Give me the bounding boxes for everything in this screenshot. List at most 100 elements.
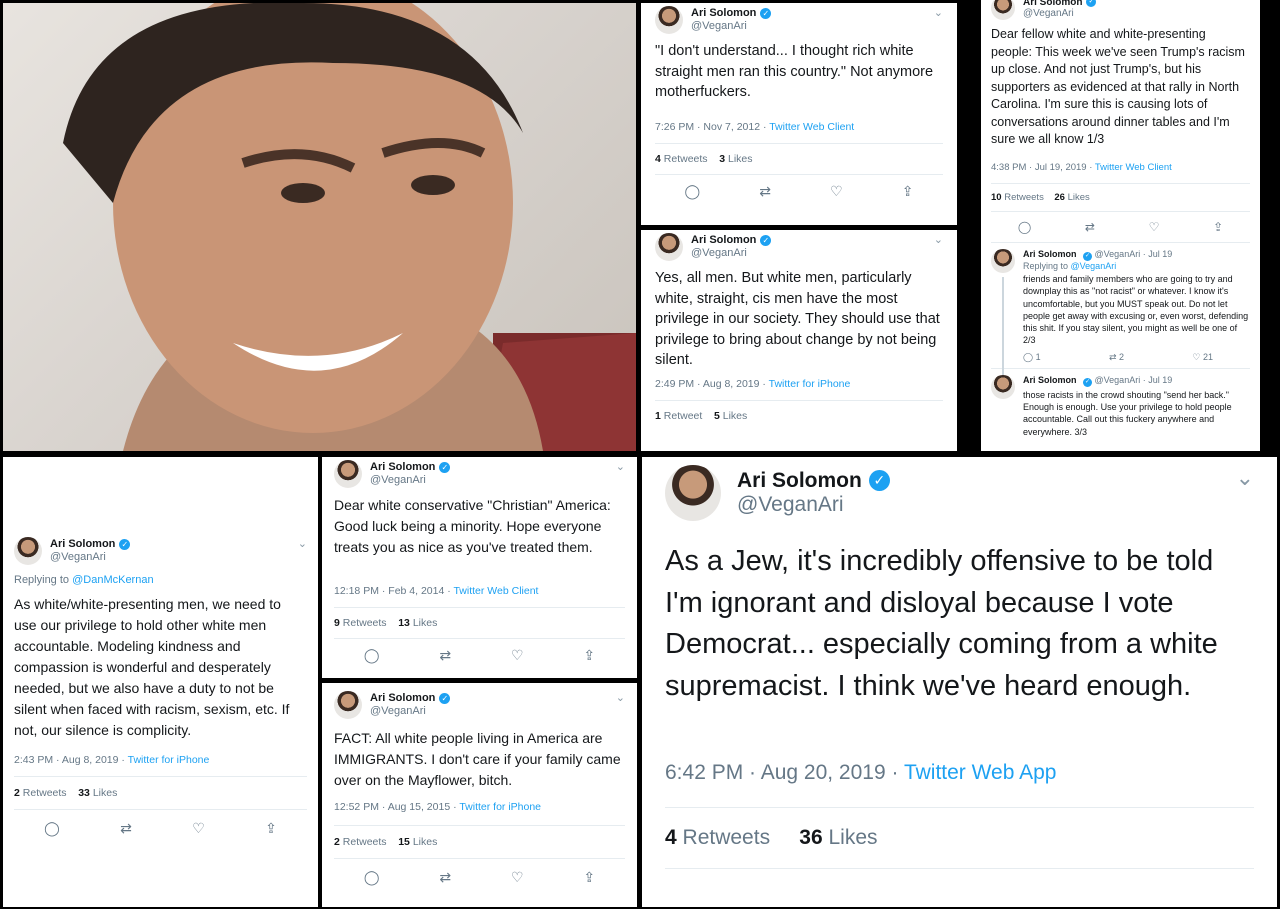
portrait-image — [63, 3, 636, 451]
avatar[interactable] — [655, 6, 683, 34]
reply-icon[interactable]: ◯ 1 — [1023, 352, 1041, 363]
thread-reply-2[interactable]: Ari Solomon ✓ @VeganAri · Jul 19 those r… — [991, 374, 1250, 438]
share-icon[interactable]: ⇪ — [265, 820, 277, 837]
like-icon[interactable]: ♡ — [830, 183, 843, 200]
like-count[interactable]: 15 — [398, 836, 410, 848]
tweet-source[interactable]: Twitter Web Client — [1095, 162, 1172, 173]
avatar[interactable] — [991, 0, 1015, 20]
replying-to-handle[interactable]: @DanMcKernan — [72, 574, 153, 586]
reply-icon[interactable]: ◯ — [364, 869, 380, 886]
retweet-count[interactable]: 2 — [14, 787, 20, 799]
like-count[interactable]: 36 — [799, 826, 822, 849]
tweet-source[interactable]: Twitter for iPhone — [128, 754, 210, 766]
retweet-label: Retweets — [342, 617, 387, 629]
avatar[interactable] — [665, 465, 721, 521]
retweet-label: Retweets — [682, 826, 771, 849]
retweet-count[interactable]: 10 — [991, 192, 1002, 203]
retweet-count[interactable]: 2 — [334, 836, 340, 848]
tweet-text: As white/white-presenting men, we need t… — [14, 596, 290, 738]
retweet-count[interactable]: 4 — [655, 153, 661, 165]
like-icon[interactable]: ♡ 21 — [1192, 352, 1213, 363]
verified-badge-icon: ✓ — [1083, 252, 1093, 261]
tweet-card-7[interactable]: Ari Solomon ✓ @VeganAri ⌄ As a Jew, it's … — [642, 457, 1277, 907]
reply-icon[interactable]: ◯ — [685, 183, 701, 200]
tweet-card-2[interactable]: Ari Solomon ✓ @VeganAri ⌄ Yes, all men. B… — [641, 230, 957, 451]
retweet-icon[interactable]: ⇄ — [120, 820, 132, 837]
like-count[interactable]: 13 — [398, 617, 410, 629]
tweet-card-4[interactable]: Ari Solomon ✓ @VeganAri ⌄ Replying to @Da… — [3, 457, 318, 907]
chevron-down-icon[interactable]: ⌄ — [934, 233, 943, 246]
tweet-card-6[interactable]: Ari Solomon ✓ @VeganAri ⌄ FACT: All white… — [322, 683, 637, 907]
tweet-source[interactable]: Twitter Web Client — [453, 585, 538, 597]
avatar[interactable] — [334, 460, 362, 488]
author-handle: @VeganAri — [1094, 374, 1141, 385]
tweet-source[interactable]: Twitter for iPhone — [459, 801, 541, 813]
chevron-down-icon[interactable]: ⌄ — [298, 537, 307, 550]
like-count[interactable]: 26 — [1054, 192, 1065, 203]
chevron-down-icon[interactable]: ⌄ — [616, 691, 625, 704]
retweet-icon[interactable]: ⇄ — [759, 183, 771, 200]
avatar[interactable] — [334, 691, 362, 719]
tweet-card-1[interactable]: Ari Solomon ✓ @VeganAri ⌄ "I don't unders… — [641, 3, 957, 225]
share-icon[interactable]: ⇪ — [902, 183, 914, 200]
share-icon[interactable]: ⇪ — [1213, 220, 1223, 234]
tweet-source[interactable]: Twitter for iPhone — [769, 378, 851, 390]
like-count[interactable]: 3 — [719, 153, 725, 165]
retweet-icon[interactable]: ⇄ 2 — [1109, 352, 1124, 363]
verified-badge-icon: ✓ — [760, 235, 772, 247]
reply-icon[interactable]: ◯ — [44, 820, 60, 837]
like-icon[interactable]: ♡ — [1149, 220, 1160, 234]
chevron-down-icon[interactable]: ⌄ — [616, 460, 625, 473]
like-label: Likes — [1067, 192, 1090, 203]
share-icon[interactable]: ⇪ — [583, 869, 595, 886]
retweet-count[interactable]: 1 — [655, 410, 661, 422]
replying-to-label: Replying to — [14, 574, 73, 586]
thread-reply-1[interactable]: Ari Solomon ✓ @VeganAri · Jul 19 Replyin… — [991, 249, 1250, 377]
verified-badge-icon: ✓ — [868, 470, 890, 492]
reply-text: those racists in the crowd shouting "sen… — [1023, 389, 1232, 437]
author-name: Ari Solomon — [737, 468, 862, 492]
avatar[interactable] — [991, 249, 1015, 273]
share-icon[interactable]: ⇪ — [583, 647, 595, 664]
avatar[interactable] — [655, 233, 683, 261]
like-icon[interactable]: ♡ — [511, 647, 524, 664]
reply-date: · Jul 19 — [1142, 249, 1173, 259]
author-name: Ari Solomon — [1023, 249, 1077, 259]
retweet-label: Retweets — [1004, 192, 1044, 203]
like-label: Likes — [412, 836, 438, 848]
author-handle: @VeganAri — [737, 493, 844, 516]
thread-line — [1002, 277, 1004, 377]
chevron-down-icon[interactable]: ⌄ — [1236, 465, 1254, 491]
like-icon[interactable]: ♡ — [511, 869, 524, 886]
retweet-label: Retweets — [22, 787, 67, 799]
avatar[interactable] — [991, 374, 1015, 399]
reply-count: 1 — [1035, 351, 1041, 362]
like-count[interactable]: 33 — [78, 787, 90, 799]
verified-badge-icon: ✓ — [760, 8, 772, 20]
author-handle: @VeganAri — [691, 247, 747, 259]
retweet-icon[interactable]: ⇄ — [439, 647, 451, 664]
verified-badge-icon: ✓ — [1083, 377, 1093, 387]
tweet-source[interactable]: Twitter Web App — [904, 761, 1057, 784]
reply-icon[interactable]: ◯ — [364, 647, 380, 664]
retweet-icon[interactable]: ⇄ — [1085, 220, 1095, 234]
tweet-time: 12:52 PM · Aug 15, 2015 · — [334, 801, 460, 813]
retweet-label: Retweets — [663, 153, 708, 165]
reply-icon[interactable]: ◯ — [1018, 220, 1031, 234]
tweet-text: FACT: All white people living in America… — [334, 730, 621, 788]
tweet-card-5[interactable]: Ari Solomon ✓ @VeganAri ⌄ Dear white cons… — [322, 457, 637, 678]
chevron-down-icon[interactable]: ⌄ — [934, 6, 943, 19]
like-label: Likes — [92, 787, 118, 799]
avatar[interactable] — [14, 537, 42, 565]
tweet-time: 4:38 PM · Jul 19, 2019 · — [991, 162, 1095, 173]
replying-to-handle[interactable]: @VeganAri — [1071, 261, 1117, 271]
author-handle: @VeganAri — [370, 474, 426, 486]
retweet-count[interactable]: 4 — [665, 826, 677, 849]
like-icon[interactable]: ♡ — [192, 820, 205, 837]
retweet-count[interactable]: 9 — [334, 617, 340, 629]
author-name: Ari Solomon — [370, 692, 436, 705]
like-count[interactable]: 5 — [714, 410, 720, 422]
retweet-icon[interactable]: ⇄ — [439, 869, 451, 886]
tweet-thread-card[interactable]: Ari Solomon ✓ @VeganAri Dear fellow white… — [981, 0, 1260, 451]
tweet-source[interactable]: Twitter Web Client — [769, 121, 854, 133]
